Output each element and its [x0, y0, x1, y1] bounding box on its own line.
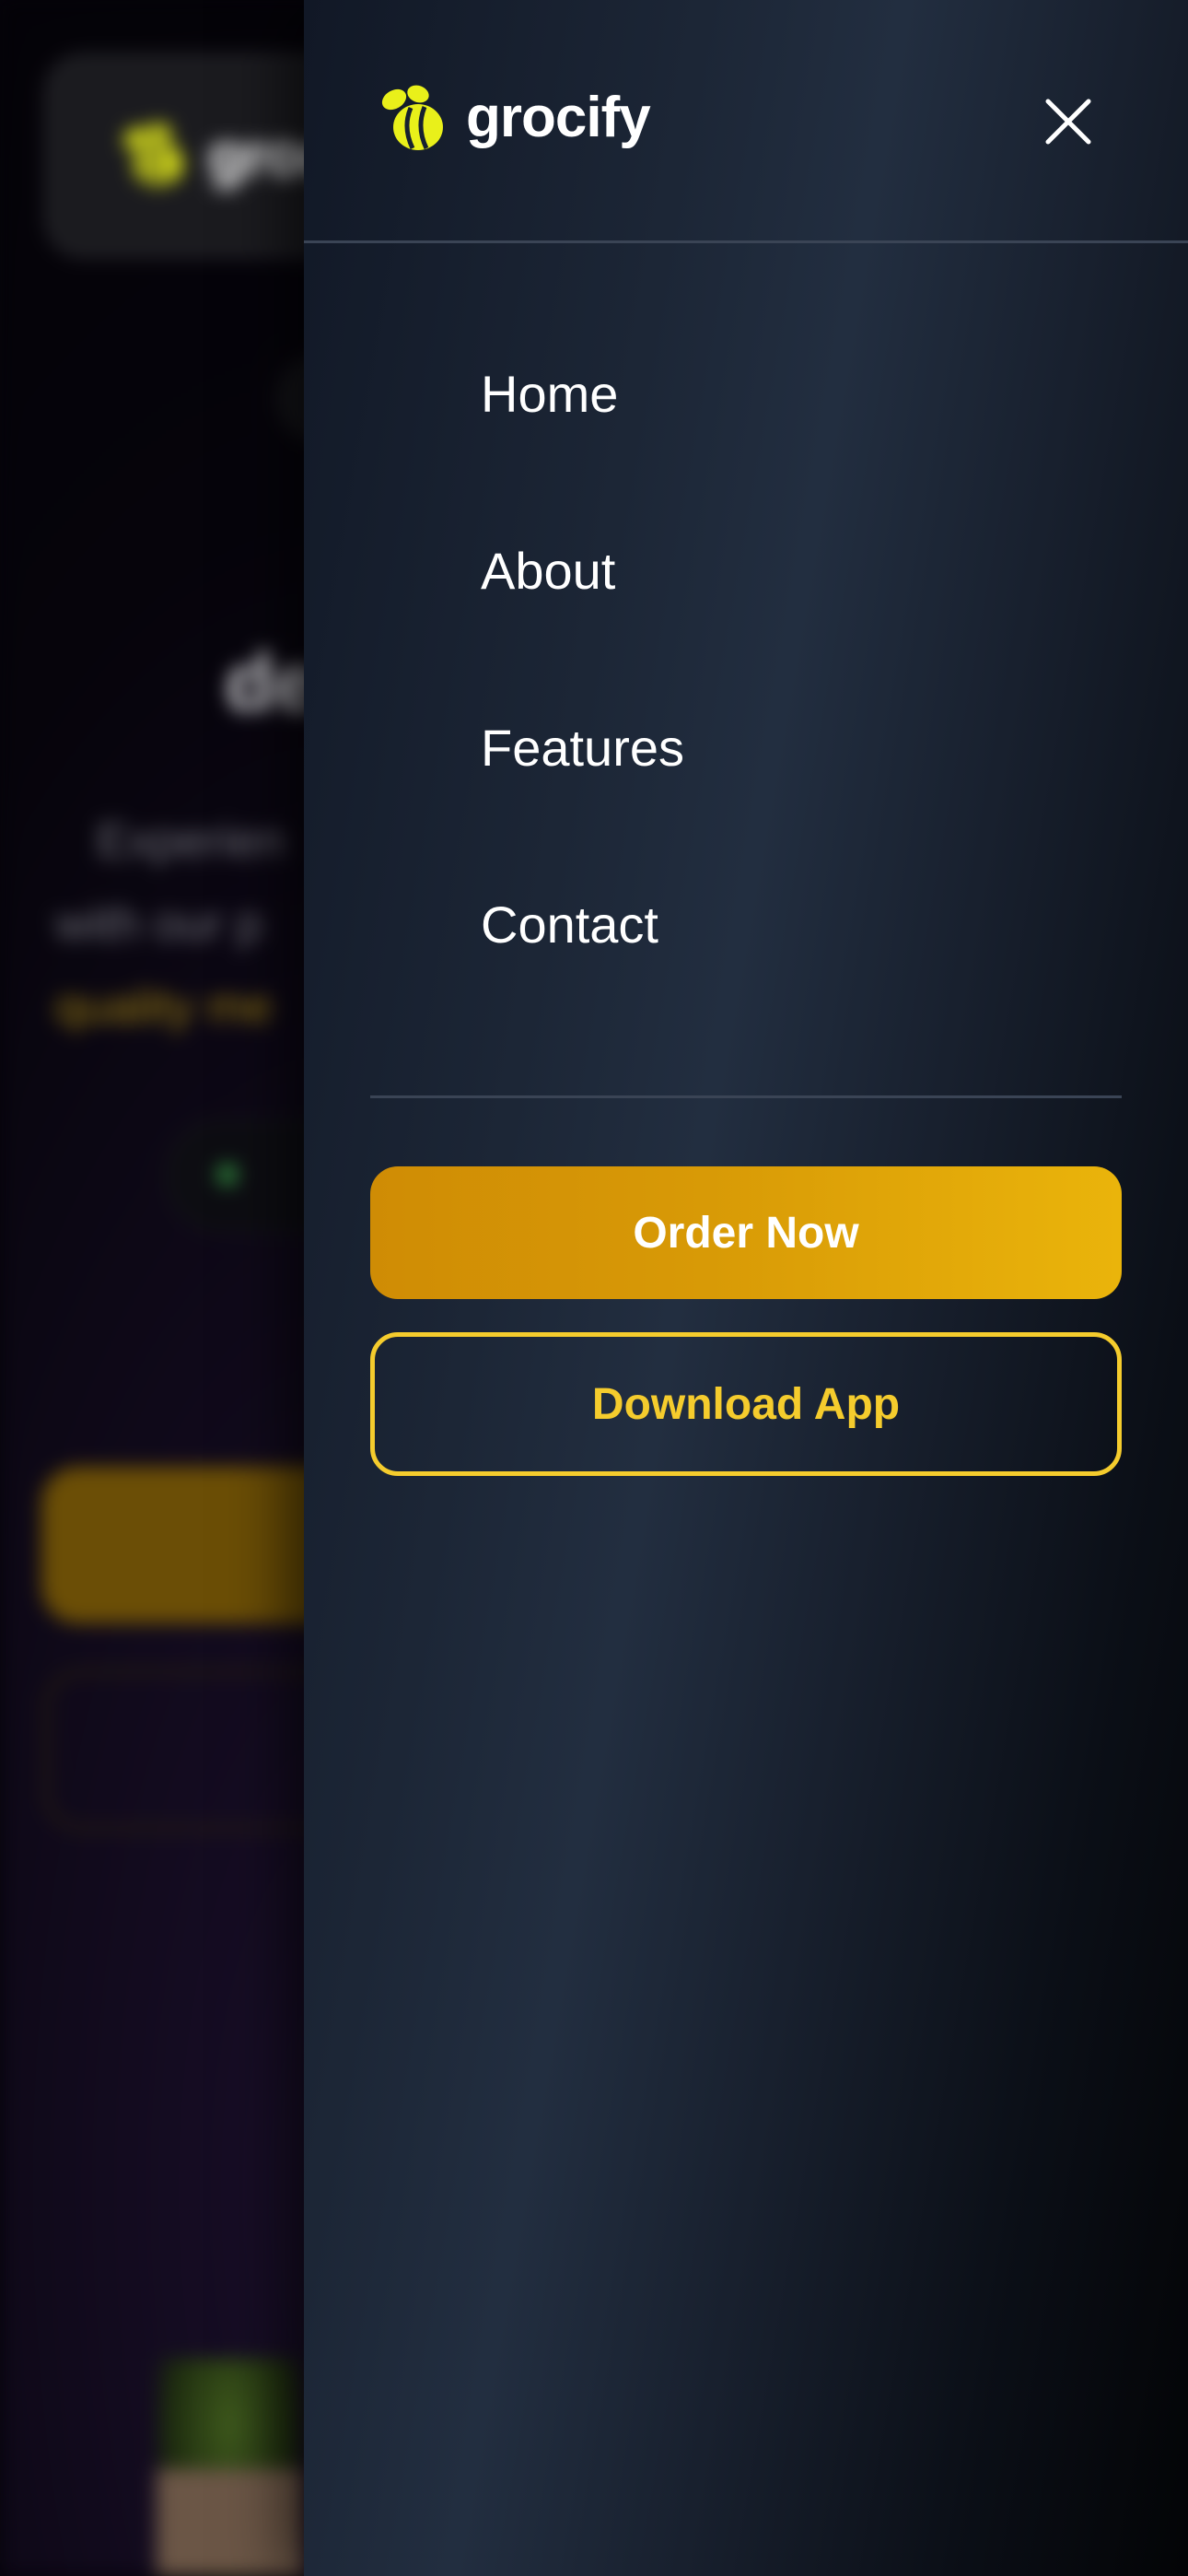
nav-item-label: About	[481, 542, 616, 600]
nav-item-contact[interactable]: Contact	[481, 872, 684, 1048]
background-box-image	[157, 2469, 304, 2576]
logo-text: grocify	[466, 86, 651, 149]
nav-item-home[interactable]: Home	[481, 341, 684, 518]
download-app-button[interactable]: Download App	[370, 1332, 1122, 1476]
drawer-logo[interactable]: grocify	[370, 81, 651, 155]
close-button[interactable]	[1031, 85, 1105, 158]
nav-item-about[interactable]: About	[481, 518, 684, 695]
mobile-menu-drawer: grocify Home About Features Contact Orde…	[304, 0, 1188, 2576]
background-logo: groc	[111, 118, 337, 192]
page: groc de Experien with our p quality me g…	[0, 0, 1188, 2576]
bee-icon	[381, 85, 443, 150]
drawer-header: grocify	[304, 0, 1188, 243]
nav-item-label: Contact	[481, 896, 658, 954]
nav-item-label: Home	[481, 365, 619, 423]
nav-item-label: Features	[481, 719, 684, 777]
bee-icon	[123, 123, 182, 186]
drawer-nav: Home About Features Contact	[481, 341, 684, 1048]
close-icon	[1045, 99, 1091, 145]
check-icon	[216, 1164, 239, 1186]
order-now-button[interactable]: Order Now	[370, 1166, 1122, 1299]
drawer-divider	[370, 1095, 1122, 1098]
nav-item-features[interactable]: Features	[481, 695, 684, 872]
